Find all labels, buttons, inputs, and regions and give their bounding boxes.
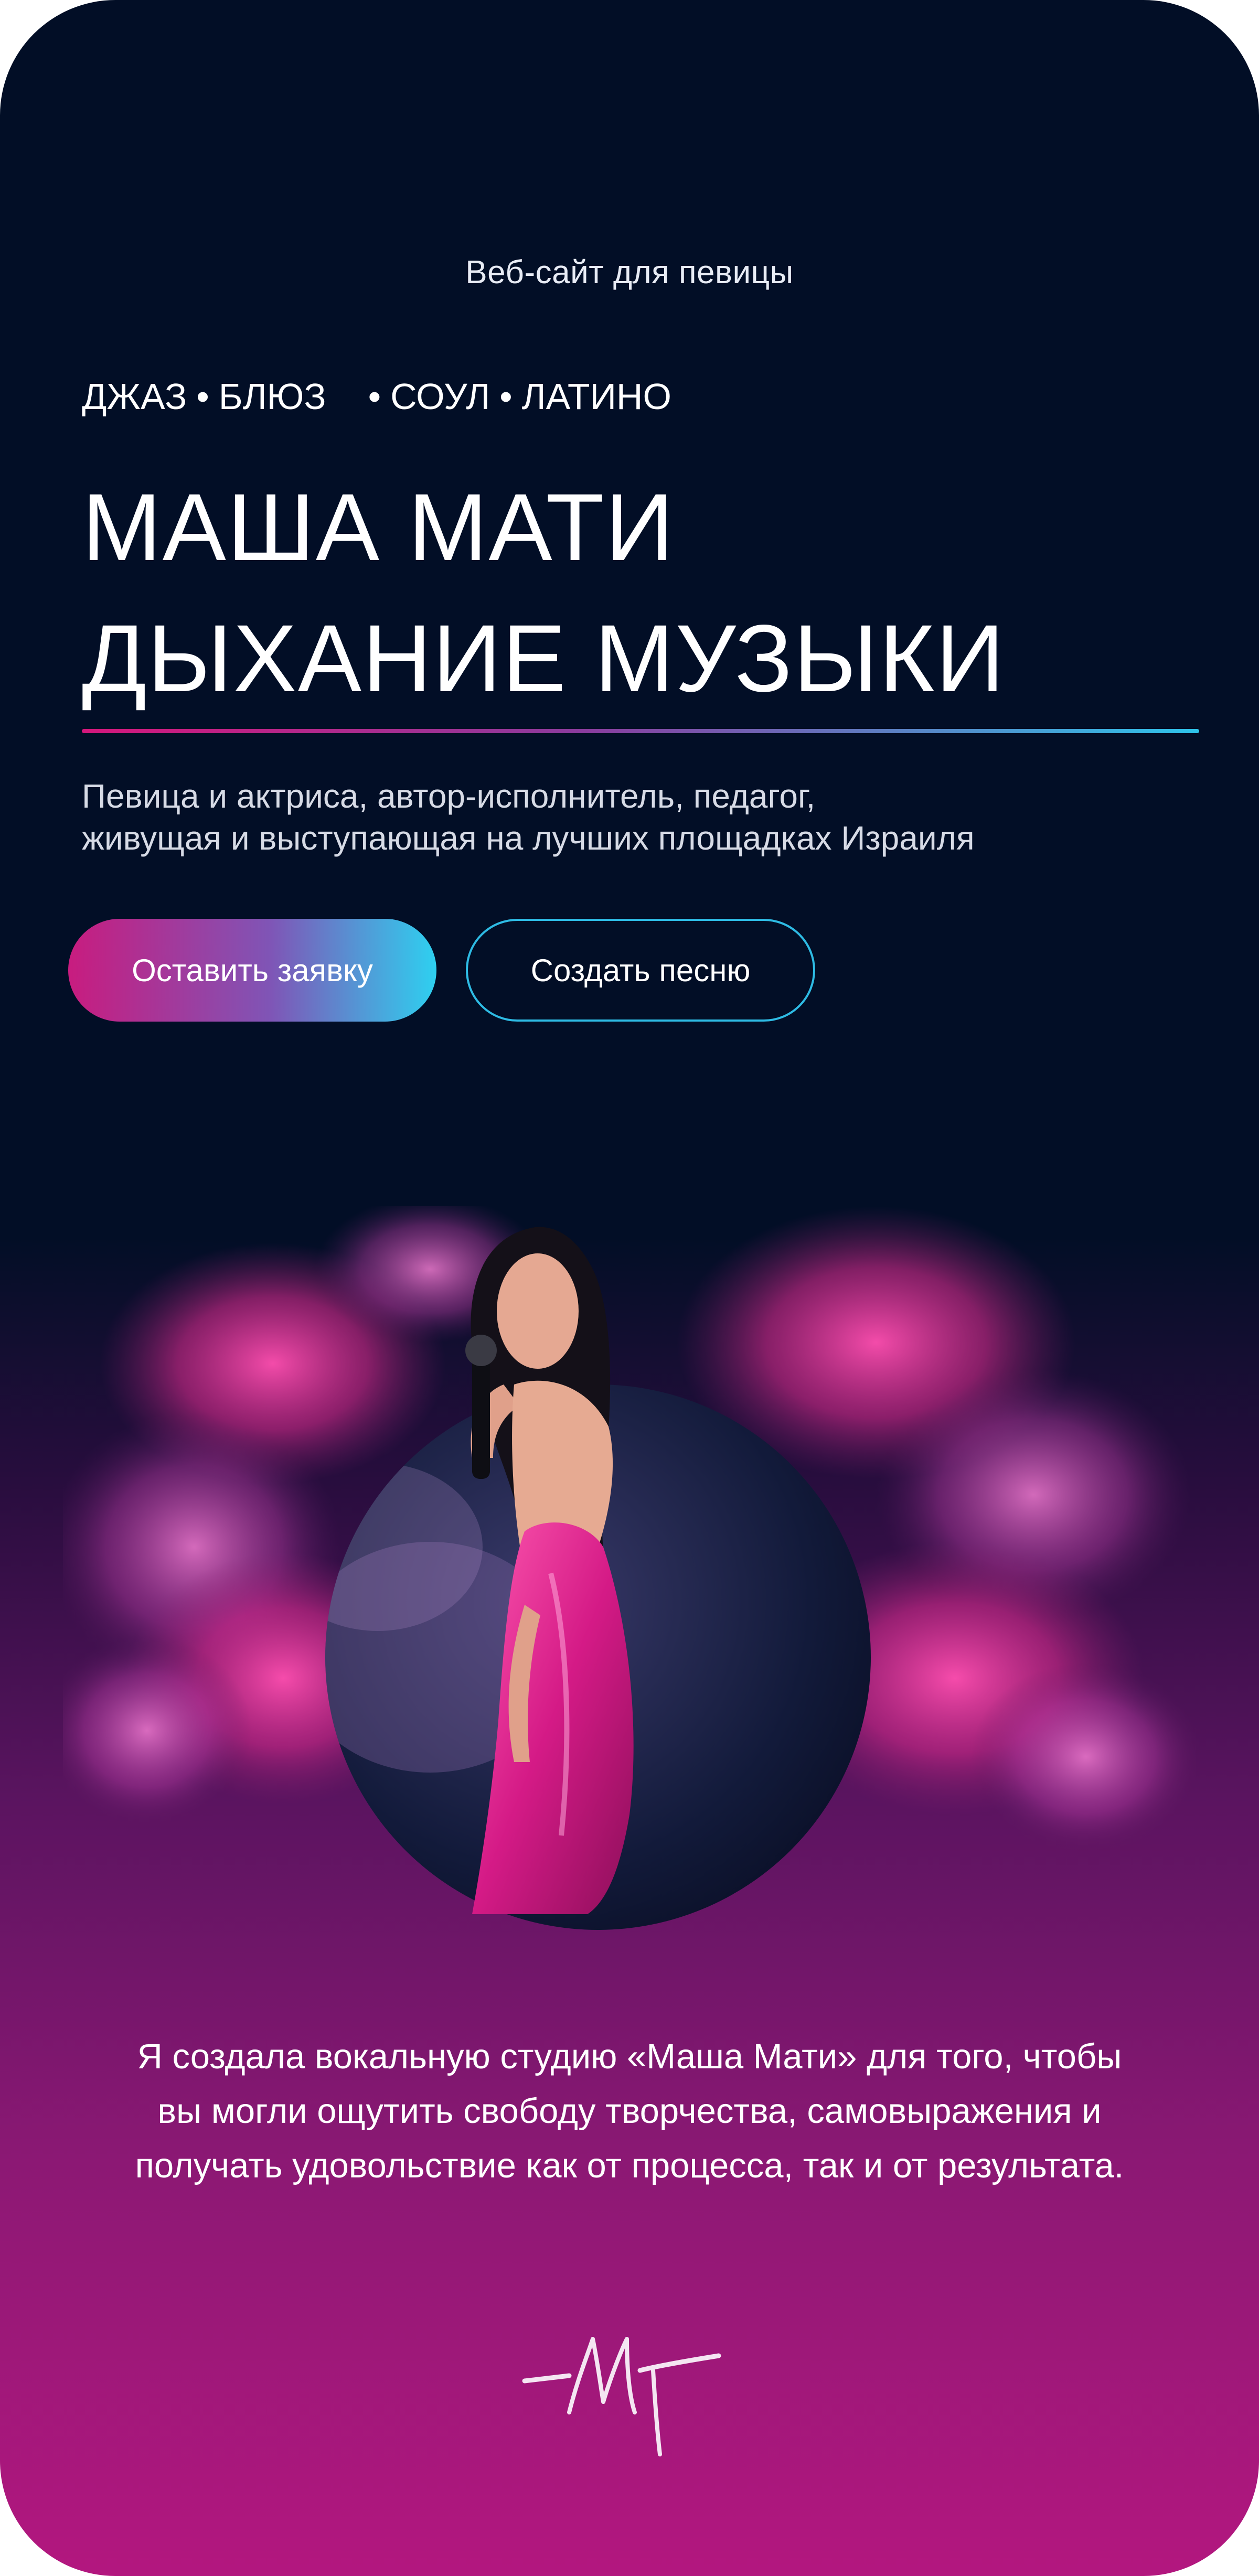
quote-line-1: Я создала вокальную студию «Маша Мати» д… — [137, 2037, 1122, 2076]
hero-title-line-2: ДЫХАНИЕ МУЗЫКИ — [82, 605, 1006, 712]
genre-separator: • — [499, 376, 513, 417]
leave-request-button[interactable]: Оставить заявку — [68, 919, 436, 1022]
quote-line-3: получать удовольствие как от процесса, т… — [135, 2146, 1124, 2185]
site-label: Веб-сайт для певицы — [465, 254, 794, 291]
hero-subtitle: Певица и актриса, автор-исполнитель, пед… — [82, 775, 975, 859]
signature-logo — [519, 2307, 729, 2465]
hero-subtitle-line-2: живущая и выступающая на лучших площадка… — [82, 819, 975, 857]
hero-photo — [63, 1206, 1196, 1972]
quote-line-2: вы могли ощутить свободу творчества, сам… — [157, 2091, 1102, 2131]
genre-separator: • — [368, 376, 381, 417]
hero-subtitle-line-1: Певица и актриса, автор-исполнитель, пед… — [82, 777, 816, 815]
hero-title: МАША МАТИ ДЫХАНИЕ МУЗЫКИ — [82, 461, 1005, 724]
genre-separator: • — [196, 376, 209, 417]
create-song-button[interactable]: Создать песню — [466, 919, 815, 1022]
genre-soul: СОУЛ — [390, 376, 490, 417]
studio-quote: Я создала вокальную студию «Маша Мати» д… — [52, 2030, 1207, 2193]
genre-latino: ЛАТИНО — [521, 376, 671, 417]
hero-title-line-1: МАША МАТИ — [82, 474, 675, 581]
page-frame: Веб-сайт для певицы ДЖАЗ • БЛЮЗ • СОУЛ •… — [0, 0, 1259, 2576]
genre-blues: БЛЮЗ — [218, 376, 326, 417]
genre-list: ДЖАЗ • БЛЮЗ • СОУЛ • ЛАТИНО — [82, 375, 671, 417]
genre-jazz: ДЖАЗ — [82, 376, 187, 417]
accent-divider — [82, 729, 1199, 733]
